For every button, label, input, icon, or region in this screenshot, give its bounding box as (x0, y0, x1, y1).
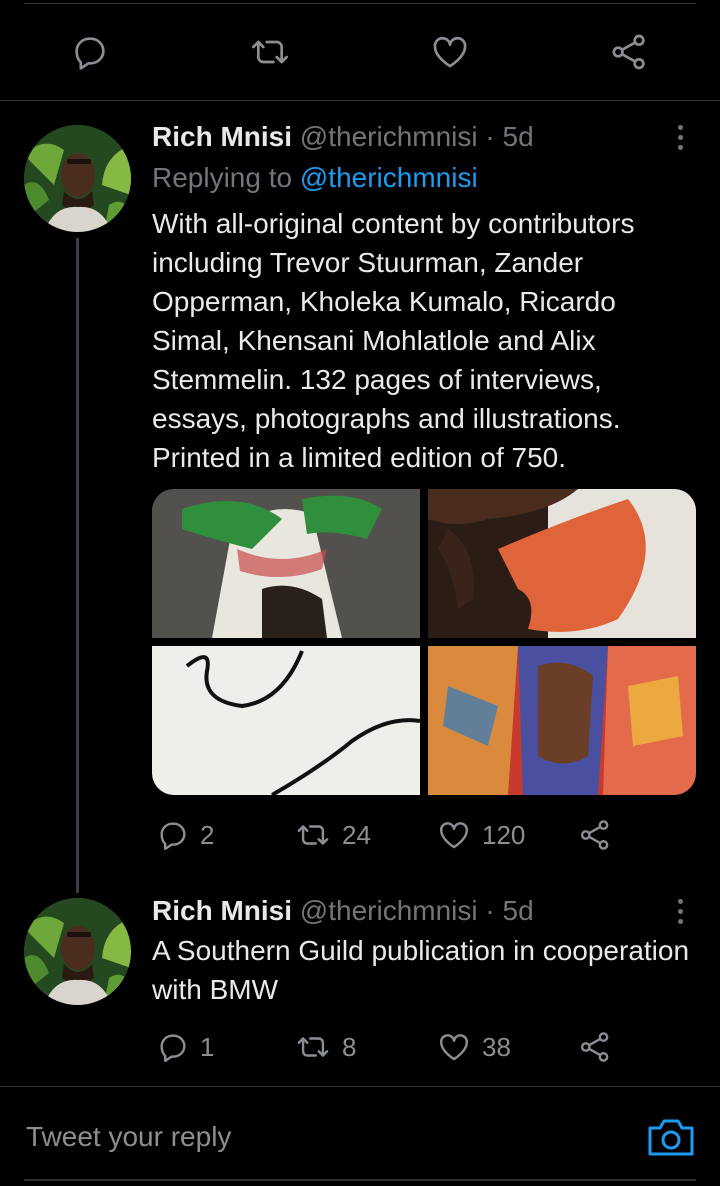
camera-icon[interactable] (646, 1116, 696, 1158)
retweet-button[interactable]: 8 (294, 1027, 356, 1067)
reply-input[interactable] (24, 1088, 588, 1186)
like-count: 38 (482, 1031, 511, 1062)
reply-icon (160, 1034, 186, 1063)
more-options-icon[interactable] (670, 894, 690, 928)
share-button[interactable] (578, 1027, 612, 1067)
timestamp[interactable]: 5d (503, 895, 534, 926)
separator: · (485, 895, 495, 926)
reply-count: 1 (200, 1031, 215, 1062)
author-handle[interactable]: @therichmnisi (300, 895, 478, 926)
retweet-icon (297, 1037, 329, 1057)
share-icon (580, 1032, 609, 1062)
like-button[interactable]: 38 (436, 1027, 511, 1067)
tweet-header: Rich Mnisi @therichmnisi · 5d (152, 894, 534, 928)
reply-composer (0, 1088, 720, 1186)
like-icon (440, 1034, 468, 1061)
tweet[interactable]: Rich Mnisi @therichmnisi · 5d A Southern… (0, 0, 720, 1086)
tweet-text: A Southern Guild publication in cooperat… (152, 935, 690, 1005)
reply-button[interactable]: 1 (156, 1027, 214, 1067)
avatar[interactable] (24, 898, 131, 1005)
retweet-count: 8 (342, 1031, 357, 1062)
tweet-actions: 1 8 38 (152, 1027, 632, 1067)
reply-divider (0, 1086, 720, 1087)
author-name[interactable]: Rich Mnisi (152, 895, 292, 926)
reply-underline (24, 1179, 696, 1181)
